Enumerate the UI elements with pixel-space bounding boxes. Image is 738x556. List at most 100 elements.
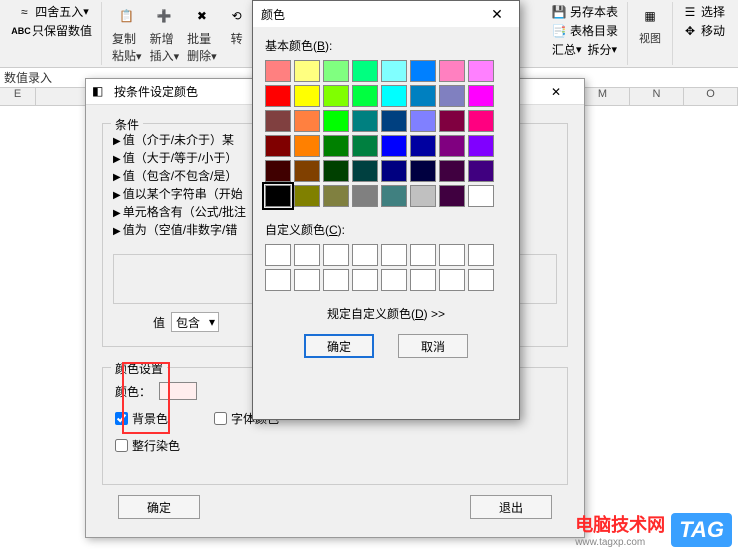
summary-btn[interactable]: 汇总▾ <box>549 40 585 59</box>
color-swatch[interactable] <box>381 60 407 82</box>
color-swatch[interactable] <box>323 135 349 157</box>
color-swatch[interactable] <box>468 110 494 132</box>
col-header[interactable]: E <box>0 88 36 105</box>
color-swatch[interactable] <box>439 60 465 82</box>
move-btn[interactable]: ✥移动 <box>679 21 728 40</box>
color-swatch[interactable] <box>410 85 436 107</box>
ok-button[interactable]: 确定 <box>304 334 374 358</box>
custom-color-slot[interactable] <box>265 244 291 266</box>
color-swatch[interactable] <box>352 60 378 82</box>
col-header[interactable]: O <box>684 88 738 105</box>
keepnum-btn[interactable]: ABC只保留数值 <box>10 21 95 40</box>
col-header[interactable]: N <box>630 88 684 105</box>
color-swatch[interactable] <box>439 110 465 132</box>
custom-colors-grid <box>265 244 507 291</box>
bg-checkbox[interactable]: 背景色 <box>115 410 168 427</box>
turn-btn[interactable]: ⟲ 转 <box>221 2 253 66</box>
custom-color-slot[interactable] <box>439 269 465 291</box>
custom-color-slot[interactable] <box>294 269 320 291</box>
color-swatch[interactable] <box>381 135 407 157</box>
color-swatch[interactable] <box>381 185 407 207</box>
color-swatch[interactable] <box>410 60 436 82</box>
define-custom-button[interactable]: 规定自定义颜色(D) >> <box>265 305 507 322</box>
color-swatch[interactable] <box>439 160 465 182</box>
custom-color-slot[interactable] <box>265 269 291 291</box>
color-swatch[interactable] <box>410 160 436 182</box>
color-swatch[interactable] <box>352 110 378 132</box>
color-swatch[interactable] <box>410 110 436 132</box>
wholerow-checkbox[interactable]: 整行染色 <box>115 437 180 454</box>
color-swatch[interactable] <box>410 135 436 157</box>
color-swatch[interactable] <box>265 185 291 207</box>
delete-icon: ✖ <box>190 4 214 28</box>
custom-color-slot[interactable] <box>352 244 378 266</box>
cancel-button[interactable]: 取消 <box>398 334 468 358</box>
custom-color-slot[interactable] <box>468 244 494 266</box>
custom-color-slot[interactable] <box>410 244 436 266</box>
color-swatch[interactable] <box>323 160 349 182</box>
color-swatch[interactable] <box>294 110 320 132</box>
watermark-tag: TAG <box>671 513 732 547</box>
color-swatch[interactable] <box>468 185 494 207</box>
color-swatch[interactable] <box>294 160 320 182</box>
color-swatch[interactable] <box>323 110 349 132</box>
color-preview[interactable] <box>159 382 197 400</box>
color-swatch[interactable] <box>381 110 407 132</box>
dialog-titlebar[interactable]: 颜色 ✕ <box>253 1 519 27</box>
color-swatch[interactable] <box>439 135 465 157</box>
color-swatch[interactable] <box>265 85 291 107</box>
custom-color-slot[interactable] <box>381 269 407 291</box>
custom-color-slot[interactable] <box>323 269 349 291</box>
contain-select[interactable]: 包含 <box>171 312 219 332</box>
color-swatch[interactable] <box>323 60 349 82</box>
color-swatch[interactable] <box>410 185 436 207</box>
color-swatch[interactable] <box>468 135 494 157</box>
color-swatch[interactable] <box>381 160 407 182</box>
select-btn[interactable]: ☰选择 <box>679 2 728 21</box>
group-label: 条件 <box>111 116 143 133</box>
custom-color-slot[interactable] <box>294 244 320 266</box>
custom-color-slot[interactable] <box>323 244 349 266</box>
custom-color-slot[interactable] <box>352 269 378 291</box>
color-swatch[interactable] <box>323 85 349 107</box>
color-swatch[interactable] <box>294 135 320 157</box>
split-btn[interactable]: 拆分▾ <box>584 40 620 59</box>
color-swatch[interactable] <box>352 85 378 107</box>
close-button[interactable]: ✕ <box>534 80 578 104</box>
color-swatch[interactable] <box>468 160 494 182</box>
color-swatch[interactable] <box>468 60 494 82</box>
color-swatch[interactable] <box>265 135 291 157</box>
batch-btn[interactable]: ✖ 批量删除▾ <box>183 2 221 66</box>
round-btn[interactable]: ≈四舍五入 ▾ <box>13 2 92 21</box>
color-swatch[interactable] <box>294 85 320 107</box>
color-swatch[interactable] <box>323 185 349 207</box>
basic-colors-label: 基本颜色(B): <box>265 37 507 54</box>
custom-color-slot[interactable] <box>410 269 436 291</box>
color-swatch[interactable] <box>294 185 320 207</box>
ok-button[interactable]: 确定 <box>118 495 200 519</box>
watermark: 电脑技术网 www.tagxp.com TAG <box>575 511 732 548</box>
color-swatch[interactable] <box>439 85 465 107</box>
view-btn[interactable]: ▦ 视图 <box>634 2 666 48</box>
tbllist-btn[interactable]: 📑表格目录 <box>548 21 621 40</box>
color-swatch[interactable] <box>352 135 378 157</box>
custom-color-slot[interactable] <box>439 244 465 266</box>
move-icon: ✥ <box>682 23 698 39</box>
color-swatch[interactable] <box>468 85 494 107</box>
saveas-btn[interactable]: 💾另存本表 <box>548 2 621 21</box>
exit-button[interactable]: 退出 <box>470 495 552 519</box>
color-swatch[interactable] <box>265 110 291 132</box>
color-swatch[interactable] <box>352 185 378 207</box>
color-swatch[interactable] <box>381 85 407 107</box>
insert-btn[interactable]: ➕ 新增插入▾ <box>146 2 184 66</box>
color-swatch[interactable] <box>265 160 291 182</box>
custom-color-slot[interactable] <box>381 244 407 266</box>
copy-btn[interactable]: 📋 复制粘贴▾ <box>108 2 146 66</box>
color-swatch[interactable] <box>352 160 378 182</box>
color-swatch[interactable] <box>294 60 320 82</box>
custom-color-slot[interactable] <box>468 269 494 291</box>
close-button[interactable]: ✕ <box>483 3 511 25</box>
color-swatch[interactable] <box>439 185 465 207</box>
abc-icon: ABC <box>13 23 29 39</box>
color-swatch[interactable] <box>265 60 291 82</box>
